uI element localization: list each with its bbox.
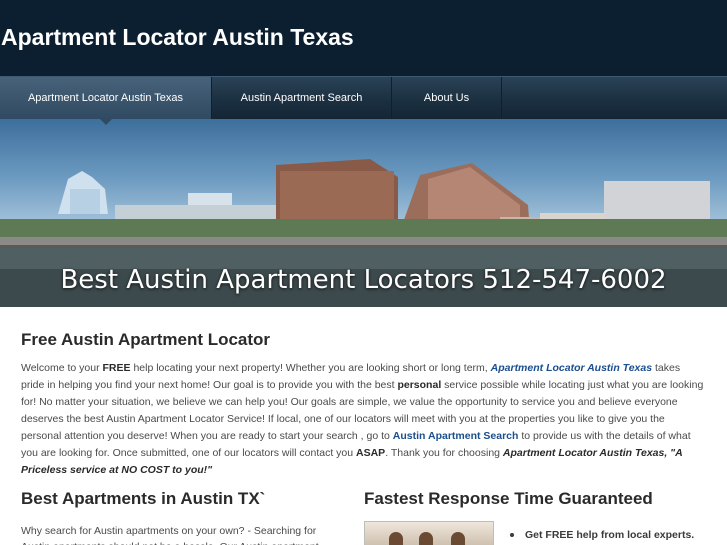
banner-caption: Best Austin Apartment Locators 512-547-6… xyxy=(60,265,667,295)
bullet-item: Get FREE help from local experts. xyxy=(510,529,694,541)
page-heading: Free Austin Apartment Locator xyxy=(21,330,271,349)
bullet-icon xyxy=(510,533,514,538)
best-apartments-text: Why search for Austin apartments on your… xyxy=(21,525,319,545)
apartment-locator-link[interactable]: Apartment Locator Austin Texas xyxy=(491,362,652,374)
banner-image: Best Austin Apartment Locators 512-547-6… xyxy=(0,119,727,307)
main-nav: Apartment Locator Austin Texas Austin Ap… xyxy=(0,76,727,125)
team-photo xyxy=(364,521,494,545)
nav-item-home[interactable]: Apartment Locator Austin Texas xyxy=(0,77,212,125)
best-apartments-section: Best Apartments in Austin TX` Why search… xyxy=(21,489,341,545)
site-title[interactable]: Apartment Locator Austin Texas xyxy=(1,24,354,51)
best-apartments-heading: Best Apartments in Austin TX` xyxy=(21,489,266,508)
nav-item-about-us[interactable]: About Us xyxy=(392,77,502,119)
nav-item-apartment-search[interactable]: Austin Apartment Search xyxy=(212,77,392,119)
response-time-heading: Fastest Response Time Guaranteed xyxy=(364,489,653,508)
site-header: Apartment Locator Austin Texas xyxy=(0,0,727,76)
intro-paragraph: Welcome to your FREE help locating your … xyxy=(21,362,704,476)
response-time-section: Fastest Response Time Guaranteed Get FRE… xyxy=(364,489,709,545)
main-content: Free Austin Apartment Locator Welcome to… xyxy=(21,330,706,479)
austin-apartment-search-link[interactable]: Austin Apartment Search xyxy=(393,430,519,442)
